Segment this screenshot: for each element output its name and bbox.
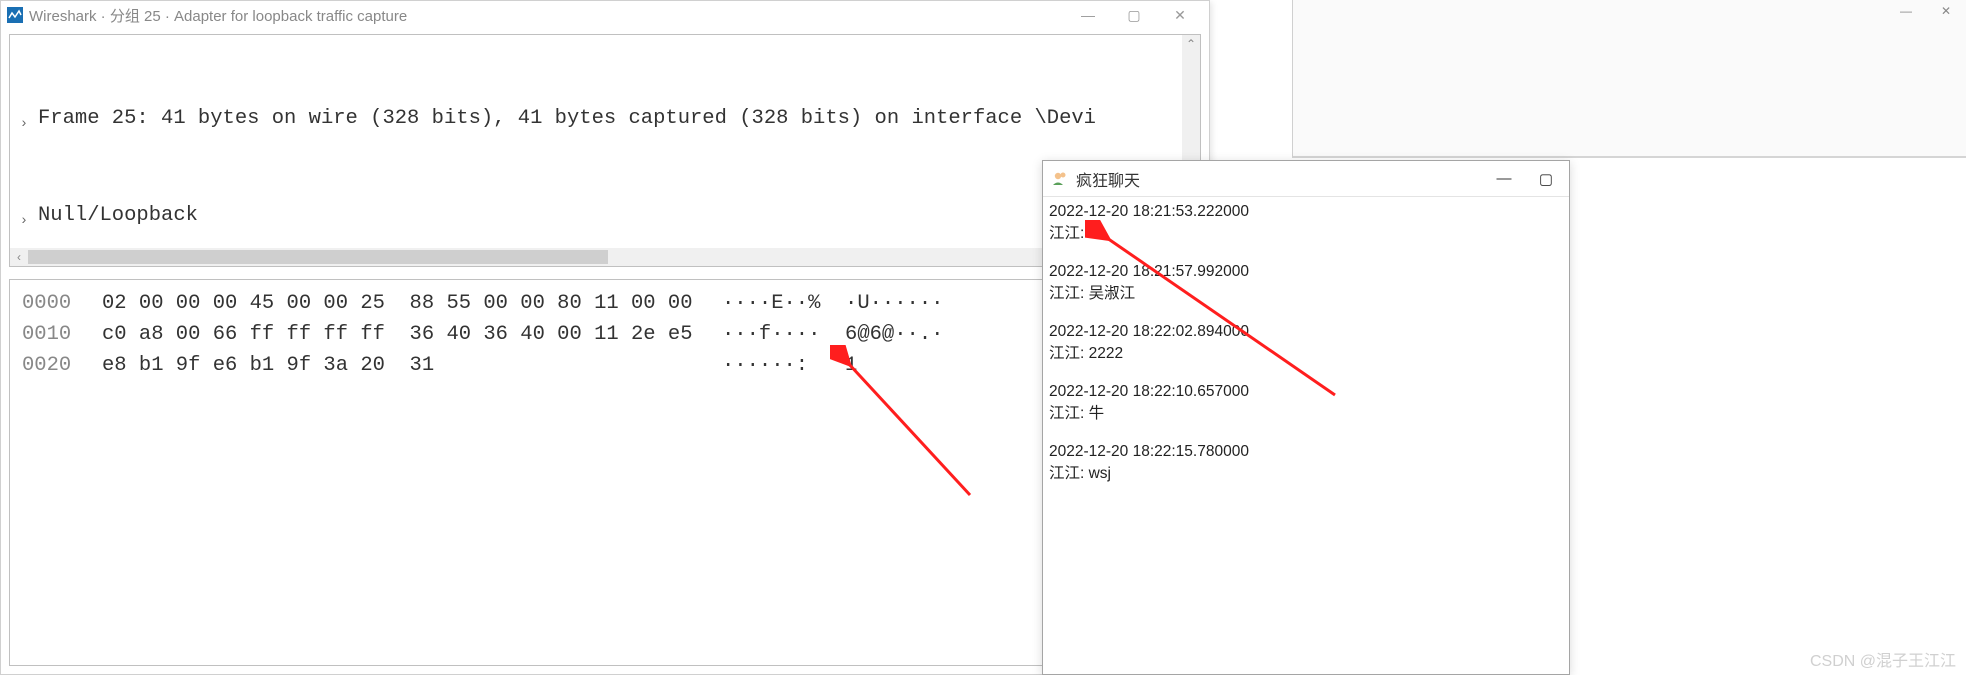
chat-content: 江江: 吴淑江	[1049, 283, 1567, 305]
scrollbar-track[interactable]	[28, 248, 1182, 266]
tree-row-text: Frame 25: 41 bytes on wire (328 bits), 4…	[38, 103, 1096, 134]
bg-close-button[interactable]: ✕	[1926, 0, 1966, 22]
chat-timestamp: 2022-12-20 18:22:15.780000	[1049, 441, 1567, 463]
scroll-up-icon[interactable]: ⌃	[1182, 35, 1200, 53]
packet-bytes-panel: 0000 02 00 00 00 45 00 00 25 88 55 00 00…	[9, 279, 1201, 666]
hex-offset: 0000	[22, 288, 102, 319]
tree-row-text: Null/Loopback	[38, 200, 198, 231]
hex-row[interactable]: 0010 c0 a8 00 66 ff ff ff ff 36 40 36 40…	[22, 319, 1200, 350]
hex-row[interactable]: 0020 e8 b1 9f e6 b1 9f 3a 20 31 ······: …	[22, 350, 1200, 381]
chat-app-icon	[1051, 170, 1069, 188]
chat-message: 2022-12-20 18:22:15.780000 江江: wsj	[1045, 441, 1567, 485]
hex-row[interactable]: 0000 02 00 00 00 45 00 00 25 88 55 00 00…	[22, 288, 1200, 319]
wireshark-window: Wireshark · 分组 25 · Adapter for loopback…	[0, 0, 1210, 675]
chat-message: 2022-12-20 18:21:53.222000 江江: 1	[1045, 201, 1567, 245]
tree-row[interactable]: › Frame 25: 41 bytes on wire (328 bits),…	[10, 103, 1200, 138]
hex-ascii: ······: 1	[722, 350, 1002, 381]
chat-timestamp: 2022-12-20 18:22:02.894000	[1049, 321, 1567, 343]
tree-row[interactable]: › Null/Loopback	[10, 200, 1200, 235]
chat-maximize-button[interactable]: ▢	[1525, 164, 1567, 194]
chat-window: 疯狂聊天 — ▢ 2022-12-20 18:21:53.222000 江江: …	[1042, 160, 1570, 675]
packet-details-panel: › Frame 25: 41 bytes on wire (328 bits),…	[9, 34, 1201, 267]
watermark: CSDN @混子王江江	[1810, 647, 1956, 671]
expand-caret-icon[interactable]: ›	[10, 103, 38, 138]
titlebar[interactable]: Wireshark · 分组 25 · Adapter for loopback…	[1, 1, 1209, 29]
bg-minimize-button[interactable]: —	[1886, 0, 1926, 22]
maximize-button[interactable]: ▢	[1111, 2, 1157, 28]
hex-bytes: c0 a8 00 66 ff ff ff ff 36 40 36 40 00 1…	[102, 319, 722, 350]
close-button[interactable]: ✕	[1157, 2, 1203, 28]
chat-window-title: 疯狂聊天	[1076, 167, 1140, 191]
app-icon	[7, 7, 23, 23]
chat-content: 江江: 2222	[1049, 343, 1567, 365]
details-horizontal-scrollbar[interactable]: ‹ ›	[10, 248, 1200, 266]
minimize-button[interactable]: —	[1065, 2, 1111, 28]
chat-content: 江江: wsj	[1049, 463, 1567, 485]
chat-message-list[interactable]: 2022-12-20 18:21:53.222000 江江: 1 2022-12…	[1043, 197, 1569, 505]
chat-timestamp: 2022-12-20 18:22:10.657000	[1049, 381, 1567, 403]
hex-dump[interactable]: 0000 02 00 00 00 45 00 00 25 88 55 00 00…	[10, 280, 1200, 381]
chat-message: 2022-12-20 18:22:02.894000 江江: 2222	[1045, 321, 1567, 365]
chat-timestamp: 2022-12-20 18:21:53.222000	[1049, 201, 1567, 223]
chat-message: 2022-12-20 18:22:10.657000 江江: 牛	[1045, 381, 1567, 425]
hex-offset: 0010	[22, 319, 102, 350]
expand-caret-icon[interactable]: ›	[10, 200, 38, 235]
chat-message: 2022-12-20 18:21:57.992000 江江: 吴淑江	[1045, 261, 1567, 305]
hex-bytes: e8 b1 9f e6 b1 9f 3a 20 31	[102, 350, 722, 381]
hex-ascii: ····E··% ·U······	[722, 288, 1002, 319]
hex-bytes: 02 00 00 00 45 00 00 25 88 55 00 00 80 1…	[102, 288, 722, 319]
background-window-edge: — ✕	[1292, 0, 1966, 158]
chat-timestamp: 2022-12-20 18:21:57.992000	[1049, 261, 1567, 283]
chat-content: 江江: 1	[1049, 223, 1567, 245]
window-title: Wireshark · 分组 25 · Adapter for loopback…	[29, 5, 407, 26]
scrollbar-thumb[interactable]	[28, 250, 608, 264]
hex-offset: 0020	[22, 350, 102, 381]
chat-minimize-button[interactable]: —	[1483, 164, 1525, 194]
details-tree[interactable]: › Frame 25: 41 bytes on wire (328 bits),…	[10, 35, 1200, 267]
hex-ascii: ···f···· 6@6@··.·	[722, 319, 1002, 350]
chat-titlebar[interactable]: 疯狂聊天 — ▢	[1043, 161, 1569, 197]
chat-content: 江江: 牛	[1049, 403, 1567, 425]
scroll-left-icon[interactable]: ‹	[10, 248, 28, 266]
